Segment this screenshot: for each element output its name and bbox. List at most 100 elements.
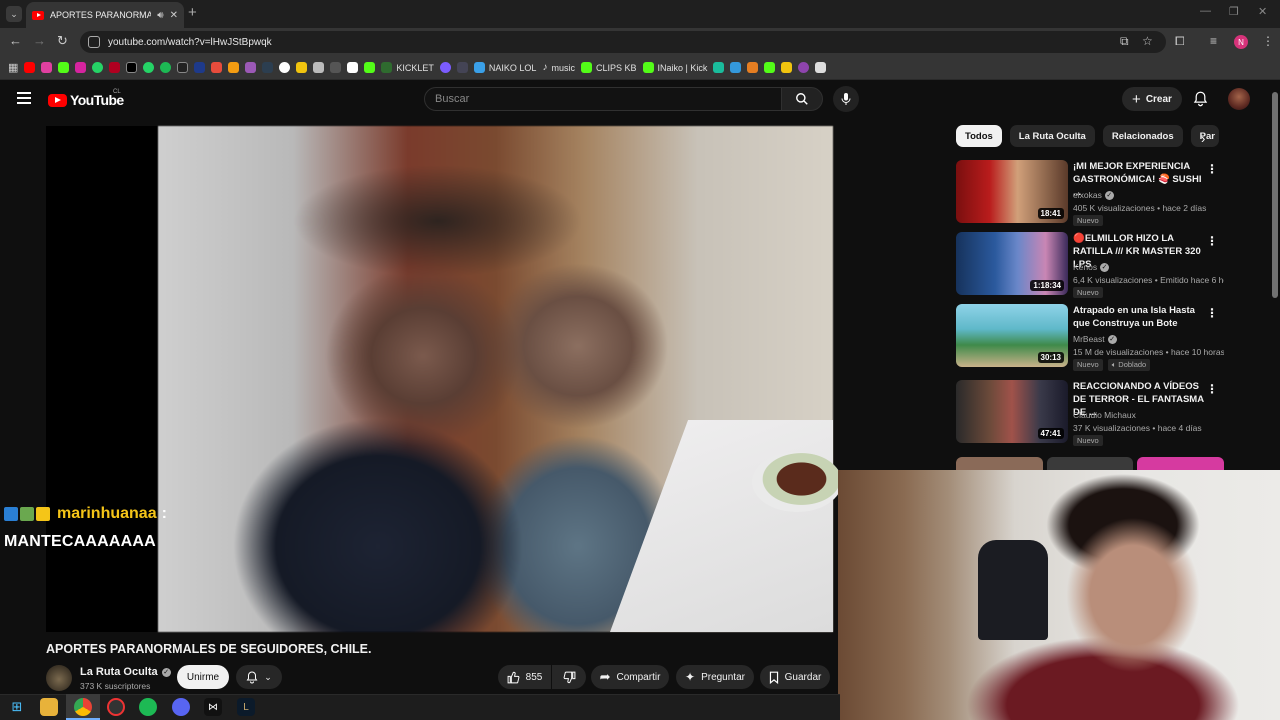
- site-info-icon[interactable]: [88, 36, 100, 48]
- file-explorer-icon[interactable]: [40, 698, 58, 716]
- bookmark-violet-icon[interactable]: [439, 62, 451, 73]
- rec-channel[interactable]: elxokas: [1073, 190, 1102, 200]
- bookmark-star-icon[interactable]: ☆: [1142, 34, 1153, 48]
- join-button[interactable]: Unirme: [177, 665, 229, 689]
- rec-channel-line[interactable]: elxokas ✓: [1073, 190, 1114, 200]
- share-button[interactable]: ➦ Compartir: [591, 665, 669, 689]
- bookmark-teal-icon[interactable]: [713, 62, 725, 73]
- bookmark-instagram-icon[interactable]: [75, 62, 87, 73]
- bookmark-grid-icon[interactable]: [815, 62, 827, 73]
- channel-name-line[interactable]: La Ruta Oculta ✓: [80, 666, 171, 678]
- video-thumbnail[interactable]: 18:41: [956, 160, 1068, 223]
- tab-close-icon[interactable]: ✕: [170, 10, 178, 21]
- bookmark-spotify-icon[interactable]: [160, 62, 172, 73]
- recommendation-item[interactable]: 47:41 REACCIONANDO A VÍDEOS DE TERROR - …: [956, 380, 1224, 446]
- bookmark-chart-icon[interactable]: [211, 62, 223, 73]
- more-options-icon[interactable]: ⋮: [1206, 382, 1218, 396]
- address-bar[interactable]: youtube.com/watch?v=lHwJStBpwqk: [80, 31, 1166, 53]
- window-close-icon[interactable]: ✕: [1258, 5, 1267, 18]
- menu-hamburger-icon[interactable]: [17, 92, 31, 104]
- bookmark-naiko-lol[interactable]: NAIKO LOL: [473, 62, 536, 73]
- reload-icon[interactable]: ↻: [57, 33, 68, 49]
- search-button[interactable]: [781, 87, 823, 111]
- bookmark-shield-icon[interactable]: [456, 62, 468, 73]
- bookmark-circle-icon[interactable]: [279, 62, 291, 73]
- chip-all[interactable]: Todos: [956, 125, 1002, 147]
- windows-start-icon[interactable]: ⊞: [8, 698, 26, 716]
- chip-channel[interactable]: La Ruta Oculta: [1009, 125, 1095, 147]
- cast-icon[interactable]: ⧉: [1120, 34, 1129, 49]
- bookmark-youtube-icon[interactable]: [24, 62, 36, 73]
- bookmark-u-icon[interactable]: [781, 62, 793, 73]
- recommendation-peek[interactable]: [956, 457, 1225, 471]
- restore-icon[interactable]: ❐: [1229, 5, 1239, 18]
- recommendation-item[interactable]: 30:13 Atrapado en una Isla Hasta que Con…: [956, 304, 1224, 371]
- vlc-icon[interactable]: ⋈: [204, 698, 222, 716]
- bookmark-green2-icon[interactable]: [764, 62, 776, 73]
- bookmark-s-icon[interactable]: [177, 62, 189, 73]
- video-thumbnail[interactable]: 47:41: [956, 380, 1068, 443]
- more-options-icon[interactable]: ⋮: [1206, 162, 1218, 176]
- notifications-button[interactable]: [1193, 91, 1208, 112]
- bookmark-swirl-icon[interactable]: [798, 62, 810, 73]
- bookmark-x-icon[interactable]: [126, 62, 138, 73]
- voice-search-button[interactable]: [833, 86, 859, 112]
- browser-profile-avatar[interactable]: N: [1234, 35, 1248, 49]
- dislike-button[interactable]: [552, 665, 586, 689]
- rec-channel[interactable]: MrBeast: [1073, 334, 1105, 344]
- create-button[interactable]: + Crear: [1122, 87, 1182, 111]
- spotify-icon[interactable]: [139, 698, 157, 716]
- recommendation-item[interactable]: 1:18:34 🔴ELMILLOR HIZO LA RATILLA /// KR…: [956, 232, 1224, 298]
- bookmark-r-icon[interactable]: [747, 62, 759, 73]
- bookmark-clips-kb[interactable]: CLIPS KB: [580, 62, 637, 73]
- more-options-icon[interactable]: ⋮: [1206, 234, 1218, 248]
- tab-audio-icon[interactable]: 🔊︎: [157, 10, 163, 21]
- chrome-icon[interactable]: [74, 698, 92, 716]
- bookmark-red-icon[interactable]: [109, 62, 121, 73]
- forward-arrow-icon[interactable]: →: [33, 33, 46, 48]
- tab-search-chevron-icon[interactable]: ⌄: [6, 6, 22, 22]
- bookmark-purple-icon[interactable]: [245, 62, 257, 73]
- rec-channel-line[interactable]: Claudio Michaux: [1073, 410, 1136, 420]
- chip-related[interactable]: Relacionados: [1102, 125, 1183, 147]
- bookmark-music[interactable]: ♪ music: [542, 62, 575, 73]
- bookmark-twitch-icon[interactable]: [41, 62, 53, 73]
- media-controls-icon[interactable]: ≡: [1210, 34, 1217, 48]
- bookmark-dark-icon[interactable]: [262, 62, 274, 73]
- like-button[interactable]: 855: [498, 665, 551, 689]
- chevron-right-icon[interactable]: ›: [1201, 131, 1205, 146]
- bookmark-white-icon[interactable]: [347, 62, 359, 73]
- video-thumbnail[interactable]: 1:18:34: [956, 232, 1068, 295]
- bookmark-kicklet[interactable]: KICKLET: [381, 62, 434, 73]
- rec-channel-line[interactable]: Kerios ✓: [1073, 262, 1110, 272]
- recommendation-item[interactable]: 18:41 ¡MI MEJOR EXPERIENCIA GASTRONÓMICA…: [956, 160, 1224, 226]
- bookmark-inaiko-kick[interactable]: INaiko | Kick: [642, 62, 707, 73]
- more-options-icon[interactable]: ⋮: [1206, 306, 1218, 320]
- rec-channel-line[interactable]: MrBeast ✓: [1073, 334, 1117, 344]
- bookmark-cat-icon[interactable]: [313, 62, 325, 73]
- video-thumbnail[interactable]: 30:13: [956, 304, 1068, 367]
- account-avatar[interactable]: [1228, 88, 1250, 110]
- channel-avatar[interactable]: [46, 665, 72, 691]
- save-button[interactable]: Guardar: [760, 665, 830, 689]
- browser-tab-active[interactable]: APORTES PARANORMALES 🔊︎ ✕: [26, 2, 184, 28]
- rec-channel[interactable]: Claudio Michaux: [1073, 410, 1136, 420]
- bookmark-whatsapp-icon[interactable]: [92, 62, 104, 73]
- obs-icon[interactable]: [107, 698, 125, 716]
- new-tab-plus-icon[interactable]: +: [188, 4, 197, 21]
- bookmark-bar-icon[interactable]: [730, 62, 742, 73]
- page-scrollbar[interactable]: [1272, 92, 1278, 298]
- apps-grid-icon[interactable]: ▦: [8, 61, 18, 74]
- bookmark-green-icon[interactable]: [364, 62, 376, 73]
- subscription-bell-button[interactable]: ⌄: [236, 665, 282, 689]
- league-of-legends-icon[interactable]: L: [237, 698, 255, 716]
- bookmark-orange-icon[interactable]: [228, 62, 240, 73]
- extensions-puzzle-icon[interactable]: ⧠: [1175, 34, 1185, 49]
- search-input[interactable]: Buscar: [424, 87, 782, 111]
- rec-channel[interactable]: Kerios: [1073, 262, 1097, 272]
- browser-menu-icon[interactable]: ⋮: [1262, 34, 1274, 48]
- discord-icon[interactable]: [172, 698, 190, 716]
- bookmark-blue-icon[interactable]: [194, 62, 206, 73]
- ask-button[interactable]: ✦ Preguntar: [676, 665, 754, 689]
- channel-name[interactable]: La Ruta Oculta: [80, 666, 158, 678]
